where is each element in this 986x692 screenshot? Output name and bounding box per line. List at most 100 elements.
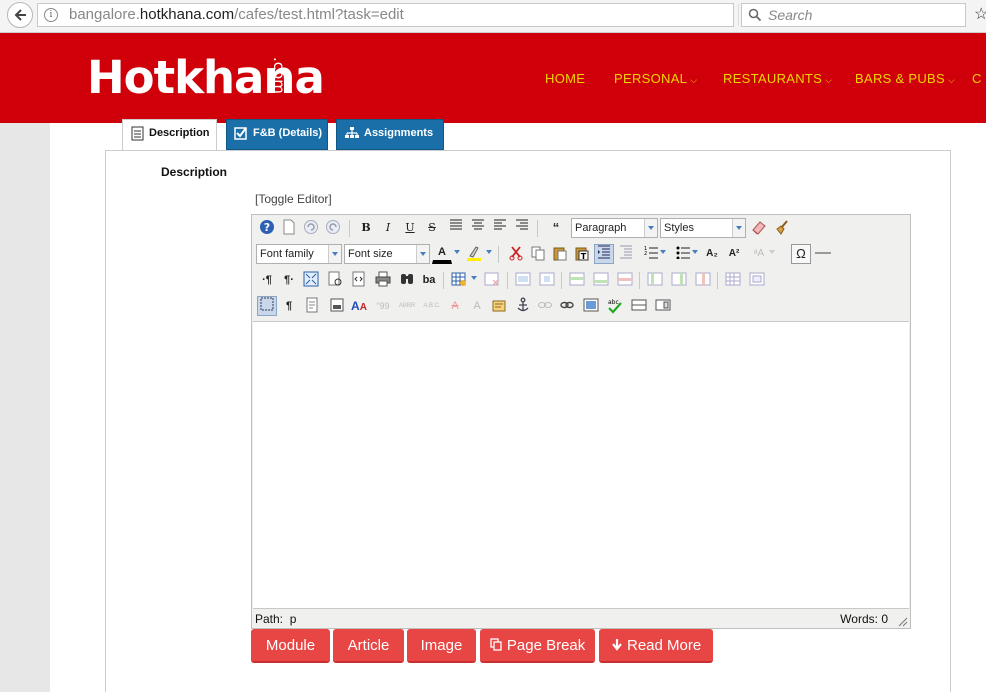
italic-button[interactable]: I: [378, 218, 398, 238]
align-left-icon[interactable]: [490, 218, 510, 238]
link-icon[interactable]: [557, 296, 577, 316]
delete-col-icon[interactable]: [693, 270, 713, 290]
rtl-button[interactable]: ¶·: [279, 270, 299, 290]
url-bar[interactable]: i bangalore.hotkhana.com/cafes/test.html…: [37, 3, 762, 27]
editor-content-area[interactable]: [253, 321, 909, 609]
back-button[interactable]: [7, 2, 33, 28]
indent-icon[interactable]: [594, 244, 614, 264]
paste-text-icon[interactable]: T: [572, 244, 592, 264]
align-center-icon[interactable]: [468, 218, 488, 238]
row-after-icon[interactable]: [591, 270, 611, 290]
chevron-down-icon[interactable]: [471, 276, 477, 280]
new-document-icon[interactable]: [279, 218, 299, 238]
bold-button[interactable]: B: [356, 218, 376, 238]
bookmark-star-icon[interactable]: ☆: [974, 4, 986, 24]
layer-icon[interactable]: [327, 296, 347, 316]
acronym-button[interactable]: A.B.C.: [421, 296, 443, 316]
delete-row-icon[interactable]: [615, 270, 635, 290]
subscript-button[interactable]: A₂: [702, 244, 722, 264]
replace-button[interactable]: ba: [419, 270, 439, 290]
col-before-icon[interactable]: [645, 270, 665, 290]
font-color-button[interactable]: A: [432, 244, 452, 264]
underline-button[interactable]: U: [400, 218, 420, 238]
tab-fb-details[interactable]: F&B (Details): [226, 119, 328, 150]
chevron-down-icon[interactable]: [660, 250, 666, 254]
nav-bars-pubs[interactable]: BARS & PUBS ⌵: [855, 71, 955, 86]
styles-select[interactable]: Styles: [660, 218, 746, 238]
image-button[interactable]: Image: [407, 629, 476, 663]
source-code-icon[interactable]: [349, 270, 369, 290]
chevron-down-icon[interactable]: [454, 250, 460, 254]
insertion-button[interactable]: A: [467, 296, 487, 316]
site-logo[interactable]: Hotkhana: [87, 51, 325, 104]
template-icon[interactable]: [303, 296, 323, 316]
split-cells-icon[interactable]: [723, 270, 743, 290]
read-more-button[interactable]: Read More: [599, 629, 713, 663]
special-char-button[interactable]: ᵃA: [749, 244, 769, 264]
anchor-icon[interactable]: [513, 296, 533, 316]
strikethrough-button[interactable]: S: [422, 218, 442, 238]
outdent-icon[interactable]: [616, 244, 636, 264]
cleanup-broom-icon[interactable]: [772, 218, 792, 238]
highlight-color-icon[interactable]: [464, 244, 484, 264]
paste-icon[interactable]: [550, 244, 570, 264]
abbr-button[interactable]: ABBR: [397, 296, 417, 316]
nav-home[interactable]: HOME: [545, 71, 585, 86]
merge-cells-icon[interactable]: [747, 270, 767, 290]
path-value[interactable]: p: [290, 612, 297, 626]
image-icon[interactable]: [581, 296, 601, 316]
style-props-button[interactable]: AA: [349, 296, 369, 316]
chevron-down-icon[interactable]: [486, 250, 492, 254]
omega-button[interactable]: Ω: [791, 244, 811, 264]
tab-assignments[interactable]: Assignments: [336, 119, 444, 150]
align-justify-icon[interactable]: [446, 218, 466, 238]
tab-description[interactable]: Description: [122, 119, 217, 150]
copy-icon[interactable]: [528, 244, 548, 264]
toggle-editor-link[interactable]: [Toggle Editor]: [255, 192, 332, 206]
nav-more[interactable]: C: [972, 71, 982, 86]
info-icon[interactable]: i: [44, 8, 58, 22]
eraser-icon[interactable]: [749, 218, 769, 238]
font-size-select[interactable]: Font size: [344, 244, 430, 264]
undo-icon[interactable]: [301, 218, 321, 238]
media-icon[interactable]: [653, 296, 673, 316]
chevron-down-icon[interactable]: [692, 250, 698, 254]
print-icon[interactable]: [373, 270, 393, 290]
help-icon[interactable]: ?: [257, 218, 277, 238]
redo-icon[interactable]: [323, 218, 343, 238]
ordered-list-icon[interactable]: 12: [641, 244, 661, 264]
superscript-button[interactable]: A²: [724, 244, 744, 264]
bullet-list-icon[interactable]: [673, 244, 693, 264]
cut-icon[interactable]: [506, 244, 526, 264]
module-button[interactable]: Module: [251, 629, 330, 663]
article-button[interactable]: Article: [333, 629, 404, 663]
visual-aid-icon[interactable]: [257, 296, 277, 316]
horizontal-rule-icon[interactable]: [813, 244, 833, 264]
cell-props-icon[interactable]: [537, 270, 557, 290]
table-props-icon[interactable]: [513, 270, 533, 290]
insert-table-icon[interactable]: [449, 270, 469, 290]
format-select[interactable]: Paragraph: [571, 218, 658, 238]
spellcheck-icon[interactable]: abc: [605, 296, 625, 316]
nav-restaurants[interactable]: RESTAURANTS ⌵: [723, 71, 832, 86]
row-before-icon[interactable]: [567, 270, 587, 290]
deletion-button[interactable]: A: [445, 296, 465, 316]
preview-icon[interactable]: [325, 270, 345, 290]
page-break-button[interactable]: Page Break: [480, 629, 595, 663]
col-after-icon[interactable]: [669, 270, 689, 290]
show-blocks-button[interactable]: ¶: [279, 296, 299, 316]
delete-table-icon[interactable]: [482, 270, 502, 290]
search-bar[interactable]: Search: [741, 3, 966, 27]
nav-personal[interactable]: PERSONAL ⌵: [614, 71, 697, 86]
blockquote-button[interactable]: “: [546, 218, 566, 238]
cite-button[interactable]: “99: [373, 296, 393, 316]
attributes-icon[interactable]: [489, 296, 509, 316]
unlink-icon[interactable]: [535, 296, 555, 316]
align-right-icon[interactable]: [512, 218, 532, 238]
find-binoculars-icon[interactable]: [397, 270, 417, 290]
font-family-select[interactable]: Font family: [256, 244, 342, 264]
resize-grip-icon[interactable]: [898, 617, 908, 627]
horizontal-line-icon[interactable]: [629, 296, 649, 316]
ltr-button[interactable]: ·¶: [257, 270, 277, 290]
search-input[interactable]: Search: [768, 7, 812, 23]
